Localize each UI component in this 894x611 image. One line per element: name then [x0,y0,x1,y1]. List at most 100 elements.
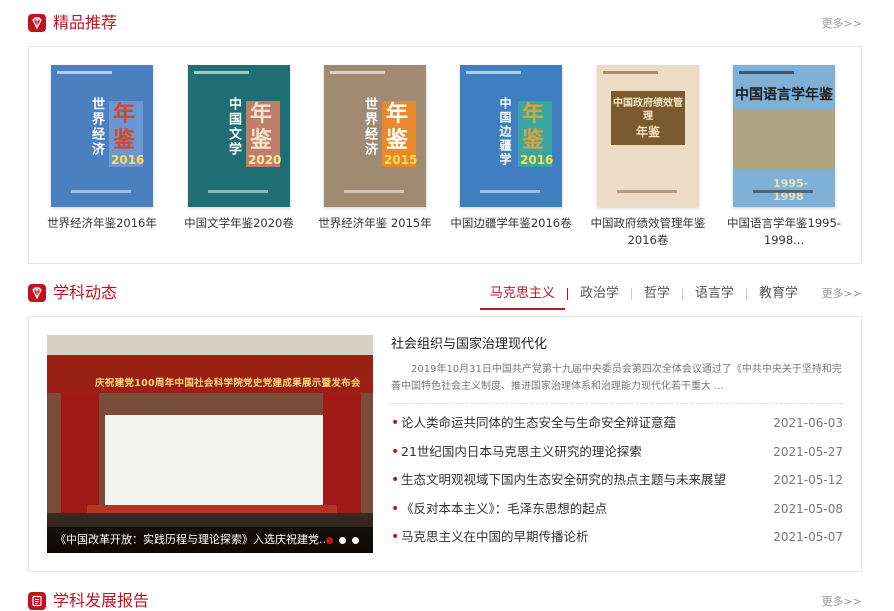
news-title[interactable]: 马克思主义在中国的早期传播论析 [401,527,773,556]
bullet-icon: • [391,443,400,460]
cover-title-text: 世界经济 [89,97,104,157]
featured-panel: 世界经济 年鉴 2016 世界经济年鉴2016年 中国文学 年鉴 2020 中国文学年鉴202… [28,46,862,264]
tab-4[interactable]: 语言学 [683,285,746,303]
list-item[interactable]: • 论人类命运共同体的生态安全与生命安全辩证意蕴 2021-06-03 [391,413,843,442]
reports-header: 学科发展报告 更多>> [28,590,862,611]
carousel-dots [320,537,359,544]
book-card[interactable]: 中国政府绩效管理年鉴中国政府绩效管理年鉴2016卷 [583,65,713,249]
book-cover[interactable]: 中国文学 年鉴 2020 [188,65,290,207]
featured-title: 精品推荐 [53,13,118,32]
book-cover[interactable]: 中国政府绩效管理年鉴 [597,65,699,207]
dynamics-panel: 庆祝建党100周年中国社会科学院党史党建成果展示暨发布会 《中国改革开放：实践历… [28,316,862,572]
cover-publisher-footer [208,190,268,193]
news-date: 2021-05-07 [773,530,843,544]
book-card[interactable]: 中国文学 年鉴 2020 中国文学年鉴2020卷 [174,65,304,232]
carousel-dot[interactable] [339,537,346,544]
lead-article-summary: 2019年10月31日中国共产党第十九届中央委员会第四次全体会议通过了《中共中央… [391,364,842,392]
reports-more-link[interactable]: 更多>> [822,594,862,610]
cover-year: 2016 [520,153,554,167]
news-list: • 论人类命运共同体的生态安全与生命安全辩证意蕴 2021-06-03 • 21世纪国内… [391,413,843,556]
cover-year: 2015 [384,153,418,167]
photo-screen [105,415,323,515]
carousel-caption[interactable]: 《中国改革开放：实践历程与理论探索》入选庆祝建党... [55,533,333,547]
carousel-dot[interactable] [352,537,359,544]
news-title[interactable]: 《反对本本主义》：毛泽东思想的起点 [401,499,773,528]
book-cover[interactable]: 中国语言学年鉴 1995-1998 [733,65,835,207]
cover-publisher-line [194,71,249,74]
cover-title-text: 中国政府绩效管理 [613,98,683,122]
book-cover[interactable]: 世界经济 年鉴 2016 [51,65,153,207]
subject-tabs: 马克思主义 政治学 哲学 语言学 教育学 [478,282,810,306]
cover-publisher-line [330,71,385,74]
report-icon [28,592,46,610]
tab-3[interactable]: 哲学 [632,285,682,303]
cover-yearbook-text: 年鉴 [250,101,273,153]
cover-title-text: 中国边疆学 [498,97,512,167]
book-title[interactable]: 中国文学年鉴2020卷 [174,215,304,232]
cover-year: 2020 [248,153,282,167]
dashed-divider [391,403,843,404]
book-title[interactable]: 世界经济年鉴2016年 [37,215,167,232]
cover-publisher-footer [617,190,677,193]
news-date: 2021-05-12 [773,473,843,487]
book-cover[interactable]: 中国边疆学 年鉴 2016 [460,65,562,207]
lead-article-title[interactable]: 社会组织与国家治理现代化 [391,335,547,355]
dynamics-more-link[interactable]: 更多>> [822,286,862,302]
active-tab-underline [479,308,565,310]
news-title[interactable]: 21世纪国内日本马克思主义研究的理论探索 [401,442,773,471]
cover-title-frame: 中国政府绩效管理年鉴 [611,91,685,145]
tab-2[interactable]: 政治学 [568,285,631,303]
book-card[interactable]: 中国语言学年鉴 1995-1998 中国语言学年鉴1995-1998... [719,65,849,249]
cover-publisher-line [57,71,112,74]
cover-yearbook-text: 年鉴 [522,101,545,153]
bullet-icon: • [391,500,400,517]
news-date: 2021-06-03 [773,416,843,430]
featured-header: 精品推荐 更多>> [28,12,862,36]
news-carousel[interactable]: 庆祝建党100周年中国社会科学院党史党建成果展示暨发布会 《中国改革开放：实践历… [47,335,373,553]
book-card[interactable]: 中国边疆学 年鉴 2016 中国边疆学年鉴2016卷 [446,65,576,232]
bullet-icon: • [391,529,400,545]
cover-publisher-footer [344,190,404,193]
cover-publisher-line [466,71,521,74]
cover-publisher-footer [753,190,813,193]
news-date: 2021-05-27 [773,444,843,459]
list-item[interactable]: • 马克思主义在中国的早期传播论析 2021-05-07 [391,527,843,556]
cover-publisher-footer [480,190,540,193]
cover-publisher-line [739,71,794,74]
cover-title-text: 中国文学 [226,97,241,157]
list-item[interactable]: • 21世纪国内日本马克思主义研究的理论探索 2021-05-27 [391,442,843,471]
book-title[interactable]: 中国政府绩效管理年鉴2016卷 [583,215,713,249]
cover-yearbook-text: 年鉴 [113,101,136,153]
dynamics-header: 学科动态 马克思主义 政治学 哲学 语言学 教育学 更多>> [28,282,862,306]
list-item[interactable]: • 《反对本本主义》：毛泽东思想的起点 2021-05-08 [391,499,843,528]
book-title[interactable]: 世界经济年鉴 2015年 [310,215,440,232]
tab-1[interactable]: 马克思主义 [478,285,567,303]
list-item[interactable]: • 生态文明观视域下国内生态安全研究的热点主题与未来展望 2021-05-12 [391,470,843,499]
book-cover[interactable]: 世界经济 年鉴 2015 [324,65,426,207]
photo-ceiling [47,335,373,355]
book-card[interactable]: 世界经济 年鉴 2016 世界经济年鉴2016年 [37,65,167,232]
cover-year: 2016 [111,153,145,167]
bullet-icon: • [391,415,400,431]
book-title[interactable]: 中国语言学年鉴1995-1998... [719,215,849,249]
book-title[interactable]: 中国边疆学年鉴2016卷 [446,215,576,232]
tab-5[interactable]: 教育学 [747,285,810,303]
news-title[interactable]: 生态文明观视域下国内生态安全研究的热点主题与未来展望 [401,470,773,499]
news-title[interactable]: 论人类命运共同体的生态安全与生命安全辩证意蕴 [401,413,773,442]
cover-publisher-line [603,71,658,74]
news-date: 2021-05-08 [773,501,843,516]
book-card[interactable]: 世界经济 年鉴 2015 世界经济年鉴 2015年 [310,65,440,232]
dynamics-title: 学科动态 [53,283,118,302]
carousel-dot[interactable] [326,537,333,544]
cover-publisher-footer [71,190,131,193]
cover-title-text: 世界经济 [362,97,377,157]
cover-title-text: 中国语言学年鉴 [735,87,833,103]
photo-banner-text: 庆祝建党100周年中国社会科学院党史党建成果展示暨发布会 [95,378,361,389]
cover-yearbook-text: 年鉴 [635,125,660,139]
reports-title: 学科发展报告 [53,591,150,610]
featured-more-link[interactable]: 更多>> [822,16,862,32]
cover-band [733,109,835,169]
cover-yearbook-text: 年鉴 [386,101,409,153]
bullet-icon: • [391,472,400,488]
gem-icon [28,284,46,302]
